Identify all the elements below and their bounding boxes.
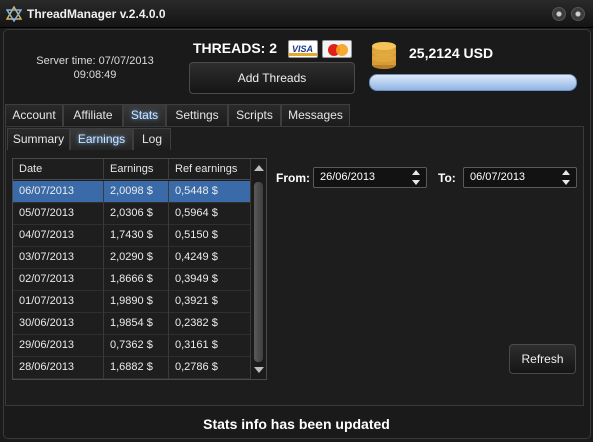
balance-amount: 25,2124 USD	[409, 45, 494, 61]
to-label: To:	[438, 171, 456, 185]
date-cell: 04/07/2013	[13, 225, 104, 247]
column-header-earnings[interactable]: Earnings	[104, 159, 169, 180]
mastercard-icon	[322, 40, 352, 58]
table-row[interactable]: 01/07/2013 1,9890 $0,3921 $	[13, 291, 251, 313]
table-row[interactable]: 29/06/2013 0,7362 $0,3161 $	[13, 335, 251, 357]
earnings-cell: 0,7362 $	[104, 335, 169, 357]
visa-card-icon: VISA	[288, 40, 318, 58]
tab-account[interactable]: Account	[5, 104, 63, 126]
table-row[interactable]: 30/06/2013 1,9854 $0,2382 $	[13, 313, 251, 335]
tab-summary[interactable]: Summary	[7, 128, 70, 150]
earnings-cell: 2,0290 $	[104, 247, 169, 269]
to-date-spinner-icon[interactable]	[562, 170, 572, 185]
close-button[interactable]	[571, 7, 585, 21]
refresh-button[interactable]: Refresh	[509, 344, 576, 374]
ref-earnings-cell: 0,5150 $	[169, 225, 251, 247]
scroll-up-icon[interactable]	[254, 165, 264, 171]
minimize-button[interactable]	[552, 7, 566, 21]
column-header-date[interactable]: Date	[13, 159, 104, 180]
from-date-value: 26/06/2013	[320, 171, 376, 183]
date-cell: 02/07/2013	[13, 269, 104, 291]
table-header: Date Earnings Ref earnings	[13, 159, 251, 180]
earnings-cell: 2,0098 $	[104, 181, 169, 203]
table-row[interactable]: 06/07/2013 2,0098 $0,5448 $	[13, 181, 251, 203]
date-cell: 06/07/2013	[13, 181, 104, 203]
date-cell: 28/06/2013	[13, 357, 104, 379]
ref-earnings-cell: 0,2577 $	[169, 379, 251, 380]
scroll-down-icon[interactable]	[254, 367, 264, 373]
tab-stats[interactable]: Stats	[123, 104, 166, 126]
balance-progress-bar	[369, 74, 577, 91]
date-cell: 03/07/2013	[13, 247, 104, 269]
ref-earnings-cell: 0,4249 $	[169, 247, 251, 269]
earnings-cell: 1,9890 $	[104, 291, 169, 313]
date-cell: 01/07/2013	[13, 291, 104, 313]
earnings-cell: 2,0306 $	[104, 203, 169, 225]
tab-messages[interactable]: Messages	[281, 104, 350, 126]
table-row[interactable]: 04/07/2013 1,7430 $0,5150 $	[13, 225, 251, 247]
earnings-cell: 1,9854 $	[104, 313, 169, 335]
date-cell: 30/06/2013	[13, 313, 104, 335]
column-header-ref-earnings[interactable]: Ref earnings	[169, 159, 251, 180]
tab-earnings[interactable]: Earnings	[70, 128, 133, 150]
from-date-picker[interactable]: 26/06/2013	[313, 167, 427, 188]
to-date-value: 06/07/2013	[470, 171, 526, 183]
app-logo-icon	[6, 6, 22, 22]
ref-earnings-cell: 0,3161 $	[169, 335, 251, 357]
ref-earnings-cell: 0,3921 $	[169, 291, 251, 313]
from-date-spinner-icon[interactable]	[412, 170, 422, 185]
title-bar: ThreadManager v.2.4.0.0	[0, 0, 593, 28]
add-threads-button[interactable]: Add Threads	[189, 62, 355, 94]
tab-scripts[interactable]: Scripts	[228, 104, 281, 126]
date-cell: 29/06/2013	[13, 335, 104, 357]
status-message: Stats info has been updated	[203, 416, 390, 432]
earnings-cell: 1,6882 $	[104, 357, 169, 379]
server-time-date: Server time: 07/07/2013	[36, 55, 154, 67]
earnings-cell: 1,7430 $	[104, 225, 169, 247]
table-row[interactable]: 27/06/20131,9640 $0,2577 $	[13, 379, 251, 380]
ref-earnings-cell: 0,3949 $	[169, 269, 251, 291]
table-row[interactable]: 03/07/2013 2,0290 $0,4249 $	[13, 247, 251, 269]
scrollbar-thumb[interactable]	[254, 182, 263, 362]
ref-earnings-cell: 0,5964 $	[169, 203, 251, 225]
tab-affiliate[interactable]: Affiliate	[63, 104, 123, 126]
table-scrollbar[interactable]	[250, 159, 266, 379]
earnings-cell: 1,8666 $	[104, 269, 169, 291]
table-row[interactable]: 02/07/2013 1,8666 $0,3949 $	[13, 269, 251, 291]
threads-count: THREADS: 2	[193, 40, 278, 56]
earnings-table[interactable]: Date Earnings Ref earnings 06/07/2013 2,0…	[12, 158, 267, 380]
date-cell: 27/06/2013	[13, 379, 104, 380]
table-row[interactable]: 28/06/2013 1,6882 $0,2786 $	[13, 357, 251, 379]
ref-earnings-cell: 0,2786 $	[169, 357, 251, 379]
table-row[interactable]: 05/07/2013 2,0306 $0,5964 $	[13, 203, 251, 225]
server-time-clock: 09:08:49	[73, 69, 117, 81]
from-label: From:	[276, 171, 310, 185]
tab-settings[interactable]: Settings	[166, 104, 228, 126]
tab-log[interactable]: Log	[133, 128, 171, 150]
ref-earnings-cell: 0,5448 $	[169, 181, 251, 203]
earnings-cell: 1,9640 $	[104, 379, 169, 380]
coins-icon	[372, 42, 396, 69]
window-title: ThreadManager v.2.4.0.0	[27, 7, 166, 21]
visa-card-text: VISA	[292, 44, 314, 54]
date-cell: 05/07/2013	[13, 203, 104, 225]
to-date-picker[interactable]: 06/07/2013	[463, 167, 577, 188]
ref-earnings-cell: 0,2382 $	[169, 313, 251, 335]
server-time: Server time: 07/07/2013 09:08:49	[36, 54, 154, 82]
